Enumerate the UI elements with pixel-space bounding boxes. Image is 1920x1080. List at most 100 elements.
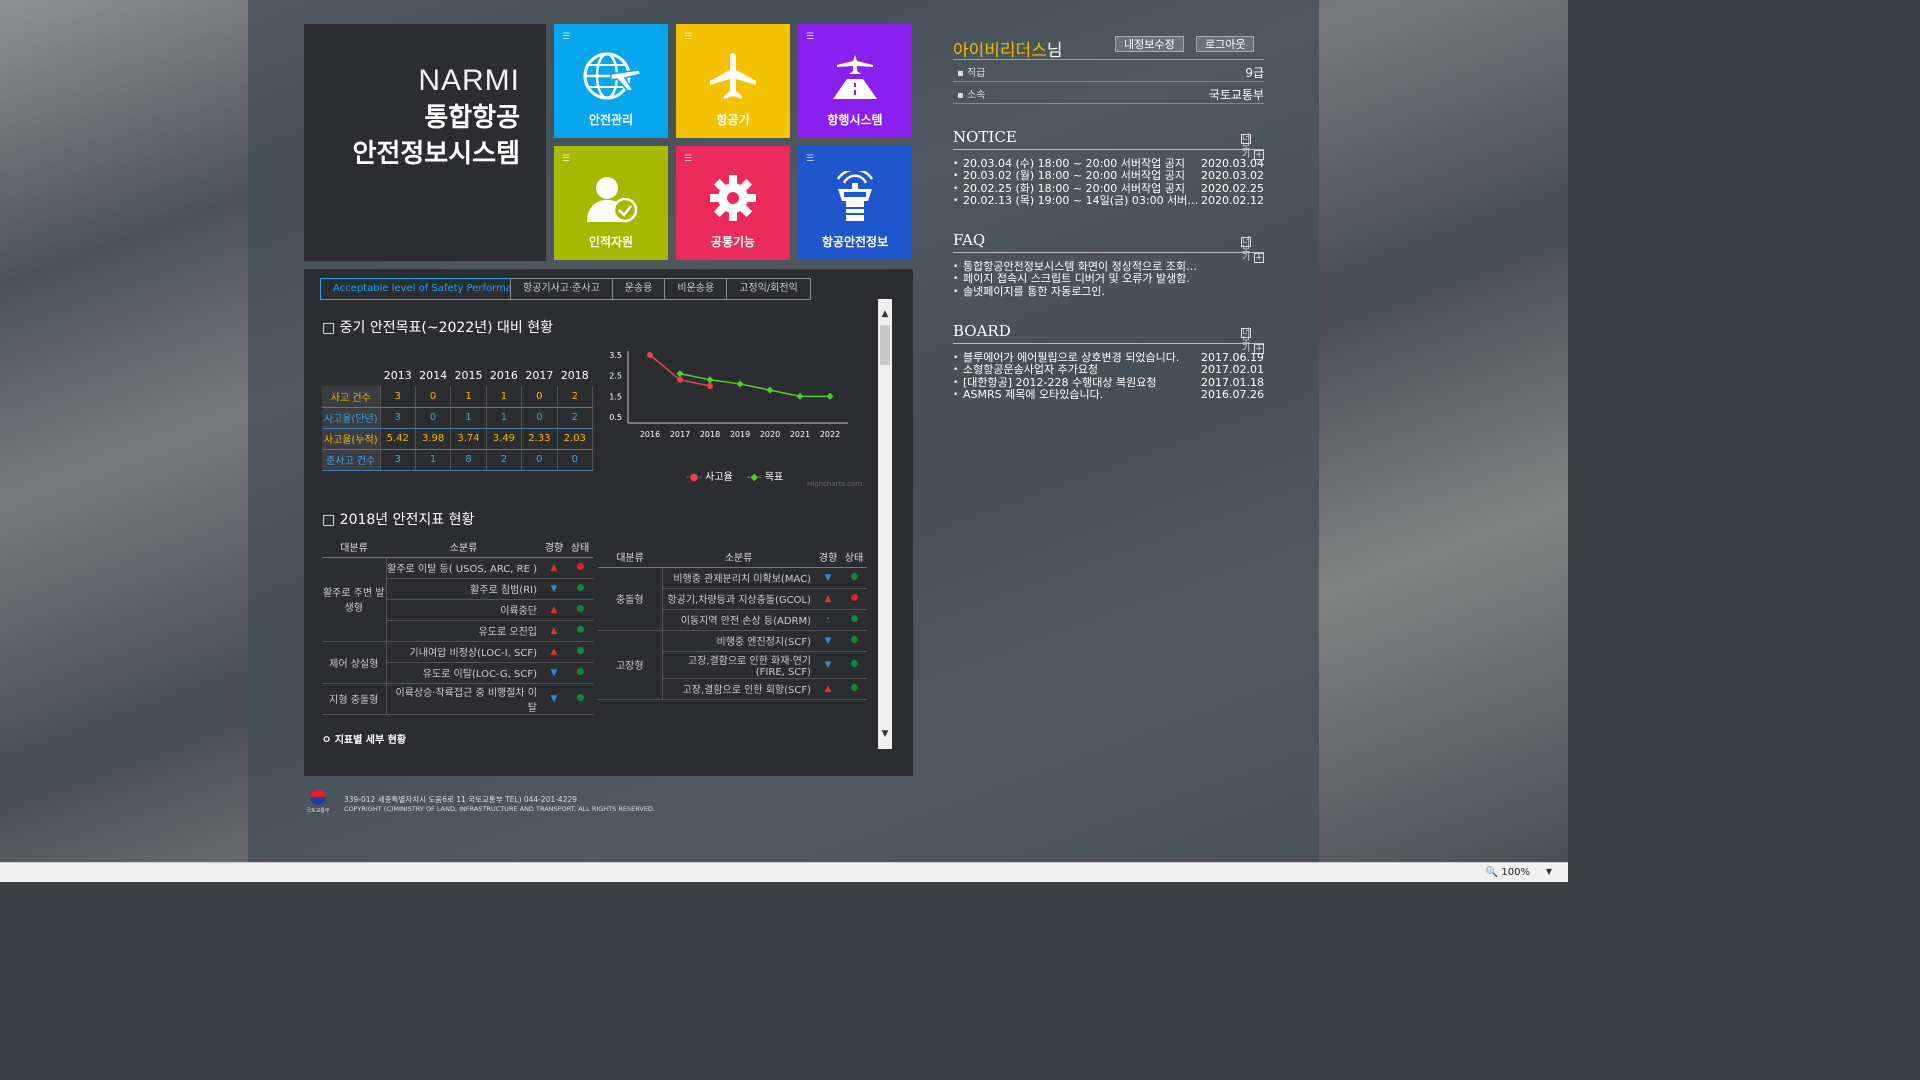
trend-cell: ▼ — [815, 651, 841, 679]
x-tick-label: 2020 — [760, 430, 780, 439]
board-item[interactable]: ASMRS 제목에 오타있습니다. 2016.07.26 — [953, 388, 1264, 401]
subcategory-cell[interactable]: 기내여압 비정상(LOC-I, SCF) — [386, 641, 541, 663]
scroll-thumb[interactable] — [880, 325, 890, 365]
subcategory-cell[interactable]: 비행중 관제분리치 미확보(MAC) — [662, 567, 815, 589]
subcategory-cell[interactable]: 고장,결함으로 인한 회항(SCF) — [662, 678, 815, 700]
tile-common-functions[interactable]: ☰ 공통기능 — [676, 146, 790, 260]
table-row: 활주로 주변 발생형 활주로 이탈 등( USOS, ARC, RE ) ▲ — [322, 557, 593, 642]
subcategory-cell[interactable]: 이동지역 안전 손상 등(ADRM) — [662, 609, 815, 631]
cell: 1 — [486, 407, 523, 429]
cell: 3 — [380, 386, 416, 408]
tile-aviation-safety-info[interactable]: ☰ 항공안전정보 — [798, 146, 912, 260]
tab-commercial[interactable]: 운송용 — [611, 278, 666, 300]
tab-alosp[interactable]: Acceptable level of Safety Performance — [320, 278, 530, 300]
trend-cell: · — [815, 609, 841, 631]
cell: 1 — [486, 386, 523, 408]
board-item[interactable]: 소형항공운송사업자 추가요청 2017.02.01 — [953, 364, 1264, 377]
trend-down-icon: ▼ — [550, 668, 558, 678]
notice-item-date: 2020.02.12 — [1201, 193, 1264, 207]
tile-human-resources[interactable]: ☰ 인적자원 — [554, 146, 668, 260]
faq-item[interactable]: 솔넷페이지를 통한 자동로그인. — [953, 286, 1264, 298]
board-item-text[interactable]: ASMRS 제목에 오타있습니다. — [963, 389, 1103, 401]
status-green-icon — [850, 573, 858, 580]
content-scrollbar[interactable]: ▲ ▼ — [878, 299, 892, 749]
year-header: 2013 — [383, 369, 412, 382]
dept-label: ▪ 소속 — [957, 90, 986, 101]
subcategory-cell[interactable]: 활주로 침범(RI) — [386, 578, 541, 600]
tile-label: 안전관리 — [588, 113, 634, 127]
status-cell — [567, 683, 593, 715]
trend-cell: ▼ — [541, 578, 567, 600]
faq-item[interactable]: 통합항공안전정보시스템 화면이 정상적으로 조회되지 않음. — [953, 261, 1264, 273]
subcategory-cell[interactable]: 이륙중단 — [386, 599, 541, 621]
status-cell — [567, 620, 593, 642]
faq-item-text[interactable]: 솔넷페이지를 통한 자동로그인. — [963, 286, 1105, 298]
logout-button[interactable]: 로그아웃 — [1196, 36, 1255, 52]
scroll-up-icon[interactable]: ▲ — [878, 307, 892, 321]
subcategory-cell[interactable]: 비행중 엔진정지(SCF) — [662, 630, 815, 652]
tab-fixed-rotary-wing[interactable]: 고정익/회전익 — [726, 278, 811, 300]
tab-accidents[interactable]: 항공기사고·준사고 — [510, 278, 613, 300]
subcategory-cell[interactable]: 항공기,차량등과 지상충돌(GCOL) — [662, 588, 815, 610]
cell: 5.42 — [380, 428, 416, 450]
board-item-text[interactable]: 소형항공운송사업자 추가요청 — [963, 364, 1098, 376]
cell: 0 — [521, 449, 558, 471]
subcategory-cell[interactable]: 이륙상승·착륙접근 중 비행절차 이탈 — [386, 683, 541, 715]
tab-non-commercial[interactable]: 비운송용 — [664, 278, 728, 300]
zoom-dropdown-icon[interactable]: ▼ — [1546, 867, 1552, 876]
status-green-icon — [850, 615, 858, 622]
faq-item-text[interactable]: 페이지 접속시 스크립트 디버거 및 오류가 발생함. — [963, 273, 1190, 285]
column-header: 상태 — [567, 537, 593, 558]
tile-label: 공통기능 — [710, 235, 756, 249]
cell: 1 — [450, 386, 487, 408]
subcategory-cell[interactable]: 유도로 이탈(LOC-G, SCF) — [386, 662, 541, 684]
notice-item-text[interactable]: 20.03.04 (수) 18:00 ~ 20:00 서버작업 공지 — [963, 158, 1185, 170]
notice-item[interactable]: 20.03.02 (월) 18:00 ~ 20:00 서버작업 공지 2020.0… — [953, 169, 1264, 183]
subcategory-cell[interactable]: 고장,결함으로 인한 화재·연기(FIRE, SCF) — [662, 651, 815, 679]
trend-cell: ▲ — [541, 620, 567, 642]
data-point — [796, 392, 804, 400]
data-point — [706, 376, 714, 384]
footer-copyright: COPYRIGHT (C)MINISTRY OF LAND, INFRASTRU… — [344, 805, 655, 813]
subcategory-cell[interactable]: 유도로 오진입 — [386, 620, 541, 642]
status-green-icon — [576, 605, 584, 612]
user-rank-row: ▪ 직급 9급 — [953, 60, 1264, 82]
notice-item[interactable]: 20.02.13 (목) 19:00 ~ 14일(금) 03:00 서버작···… — [953, 193, 1264, 207]
column-header: 경향 — [541, 537, 567, 558]
faq-item-text[interactable]: 통합항공안전정보시스템 화면이 정상적으로 조회되지 않음. — [963, 261, 1203, 273]
brand-logo[interactable]: NARMI 통합항공 안전정보시스템 — [304, 24, 546, 261]
chart-credit[interactable]: Highcharts.com — [807, 480, 862, 488]
brand-title-ko-1: 통합항공 — [424, 103, 520, 133]
tile-navigation-system[interactable]: ☰ 항행시스템 — [798, 24, 912, 138]
cell: 3.98 — [415, 428, 452, 450]
scroll-down-icon[interactable]: ▼ — [878, 727, 892, 741]
faq-item[interactable]: 페이지 접속시 스크립트 디버거 및 오류가 발생함. — [953, 273, 1264, 285]
table-row: 준사고 건수 3 1 8 2 0 0 — [322, 449, 594, 471]
indicator-detail-link[interactable]: ㅇ 지표별 세부 현황 — [322, 731, 406, 746]
legend-item-accident-rate[interactable]: -●- 사고율 — [686, 468, 733, 483]
data-point — [736, 380, 744, 388]
cell: 0 — [521, 407, 558, 429]
tile-safety-management[interactable]: ☰ 안전관리 — [554, 24, 668, 138]
notice-item-date: 2020.03.04 — [1201, 157, 1264, 170]
legend-item-target[interactable]: -◆- 목표 — [747, 468, 784, 483]
notice-item-text[interactable]: 20.02.13 (목) 19:00 ~ 14일(금) 03:00 서버작··· — [963, 195, 1203, 207]
edit-profile-button[interactable]: 내정보수정 — [1115, 36, 1184, 52]
board-header: BOARD 더보기 + — [953, 322, 1264, 355]
faq-more-button[interactable]: 더보기 + — [1238, 237, 1264, 264]
cell: 1 — [415, 449, 452, 471]
trend-cell: ▼ — [815, 630, 841, 652]
tile-label: 인적자원 — [588, 235, 634, 249]
tile-aircraft[interactable]: ☰ 항공기 — [676, 24, 790, 138]
notice-item-text[interactable]: 20.03.02 (월) 18:00 ~ 20:00 서버작업 공지 — [963, 170, 1185, 182]
cell: 2 — [557, 407, 594, 429]
zoom-level[interactable]: 🔍 100% — [1486, 867, 1530, 878]
board-item-text[interactable]: 블루에어가 에어필립으로 상호변경 되었습니다. — [963, 352, 1179, 364]
board-item-text[interactable]: [대한항공] 2012-228 수행대상 복원요청 — [963, 377, 1156, 389]
notice-item-text[interactable]: 20.02.25 (화) 18:00 ~ 20:00 서버작업 공지 — [963, 183, 1185, 195]
subcategory-cell[interactable]: 활주로 이탈 등( USOS, ARC, RE ) — [386, 557, 541, 579]
notice-item-date: 2020.03.02 — [1201, 169, 1264, 183]
faq-header: FAQ 더보기 + — [953, 231, 1264, 264]
column-header: 소분류 — [662, 547, 815, 568]
status-cell — [841, 609, 867, 631]
